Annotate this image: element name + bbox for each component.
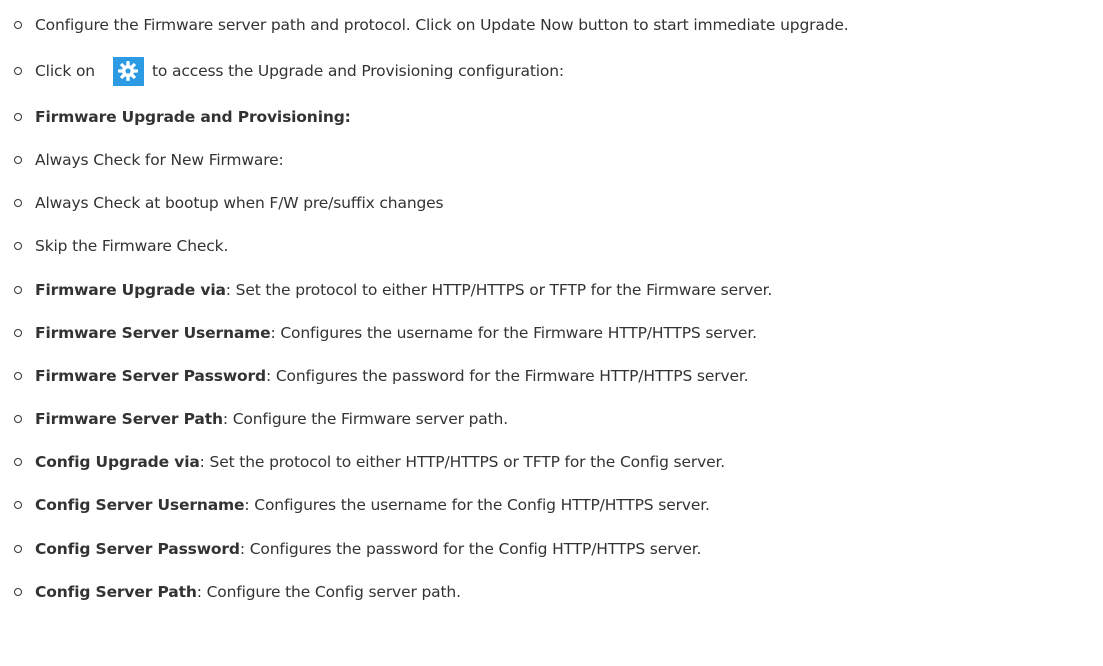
item-description: : Set the protocol to either HTTP/HTTPS … — [225, 281, 773, 299]
bullet-icon — [14, 372, 22, 380]
item-text: Always Check at bootup when F/W pre/suff… — [35, 194, 444, 212]
list-item: Click on to access the Upgrade and Provi… — [14, 56, 564, 86]
list-item: Config Upgrade via: Set the protocol to … — [14, 447, 725, 477]
item-description: : Set the protocol to either HTTP/HTTPS … — [199, 453, 726, 471]
item-description: : Configures the username for the Firmwa… — [270, 324, 758, 342]
list-item: Configure the Firmware server path and p… — [14, 10, 849, 40]
list-item: Firmware Server Path: Configure the Firm… — [14, 404, 508, 434]
bullet-icon — [14, 199, 22, 207]
bullet-icon — [14, 113, 22, 121]
item-text: Configure the Firmware server path and p… — [35, 16, 849, 34]
item-text: Skip the Firmware Check. — [35, 237, 229, 255]
item-term: Firmware Server Password — [35, 367, 266, 385]
item-term: Firmware Upgrade via — [35, 281, 226, 299]
bullet-icon — [14, 458, 22, 466]
bullet-icon — [14, 501, 22, 509]
list-item: Config Server Username: Configures the u… — [14, 490, 710, 520]
gear-icon — [112, 56, 144, 86]
item-description: : Configures the password for the Firmwa… — [265, 367, 749, 385]
item-suffix: to access the Upgrade and Provisioning c… — [151, 62, 565, 80]
item-term: Config Server Path — [35, 583, 197, 601]
list-item: Config Server Path: Configure the Config… — [14, 577, 461, 607]
item-prefix: Click on — [35, 62, 95, 80]
item-term: Config Upgrade via — [35, 453, 200, 471]
bullet-icon — [14, 242, 22, 250]
bullet-icon — [14, 67, 22, 75]
list-item: Firmware Upgrade via: Set the protocol t… — [14, 275, 772, 305]
item-text: Always Check for New Firmware: — [35, 151, 284, 169]
item-description: : Configure the Firmware server path. — [222, 410, 508, 428]
item-term: Config Server Username — [35, 496, 245, 514]
item-heading: Firmware Upgrade and Provisioning: — [35, 108, 351, 126]
item-term: Firmware Server Path — [35, 410, 223, 428]
bullet-icon — [14, 286, 22, 294]
list-item: Always Check at bootup when F/W pre/suff… — [14, 188, 444, 218]
list-item: Skip the Firmware Check. — [14, 231, 228, 261]
bullet-icon — [14, 156, 22, 164]
bullet-icon — [14, 329, 22, 337]
item-description: : Configures the password for the Config… — [239, 540, 702, 558]
list-item: Firmware Server Username: Configures the… — [14, 318, 757, 348]
list-item: Config Server Password: Configures the p… — [14, 534, 701, 564]
item-description: : Configure the Config server path. — [196, 583, 461, 601]
bullet-icon — [14, 415, 22, 423]
item-term: Firmware Server Username — [35, 324, 271, 342]
list-item: Firmware Server Password: Configures the… — [14, 361, 749, 391]
bullet-icon — [14, 21, 22, 29]
list-item: Firmware Upgrade and Provisioning: — [14, 102, 351, 132]
item-description: : Configures the username for the Config… — [244, 496, 710, 514]
document-body: Configure the Firmware server path and p… — [0, 0, 1103, 666]
bullet-icon — [14, 545, 22, 553]
item-term: Config Server Password — [35, 540, 240, 558]
list-item: Always Check for New Firmware: — [14, 145, 284, 175]
bullet-icon — [14, 588, 22, 596]
